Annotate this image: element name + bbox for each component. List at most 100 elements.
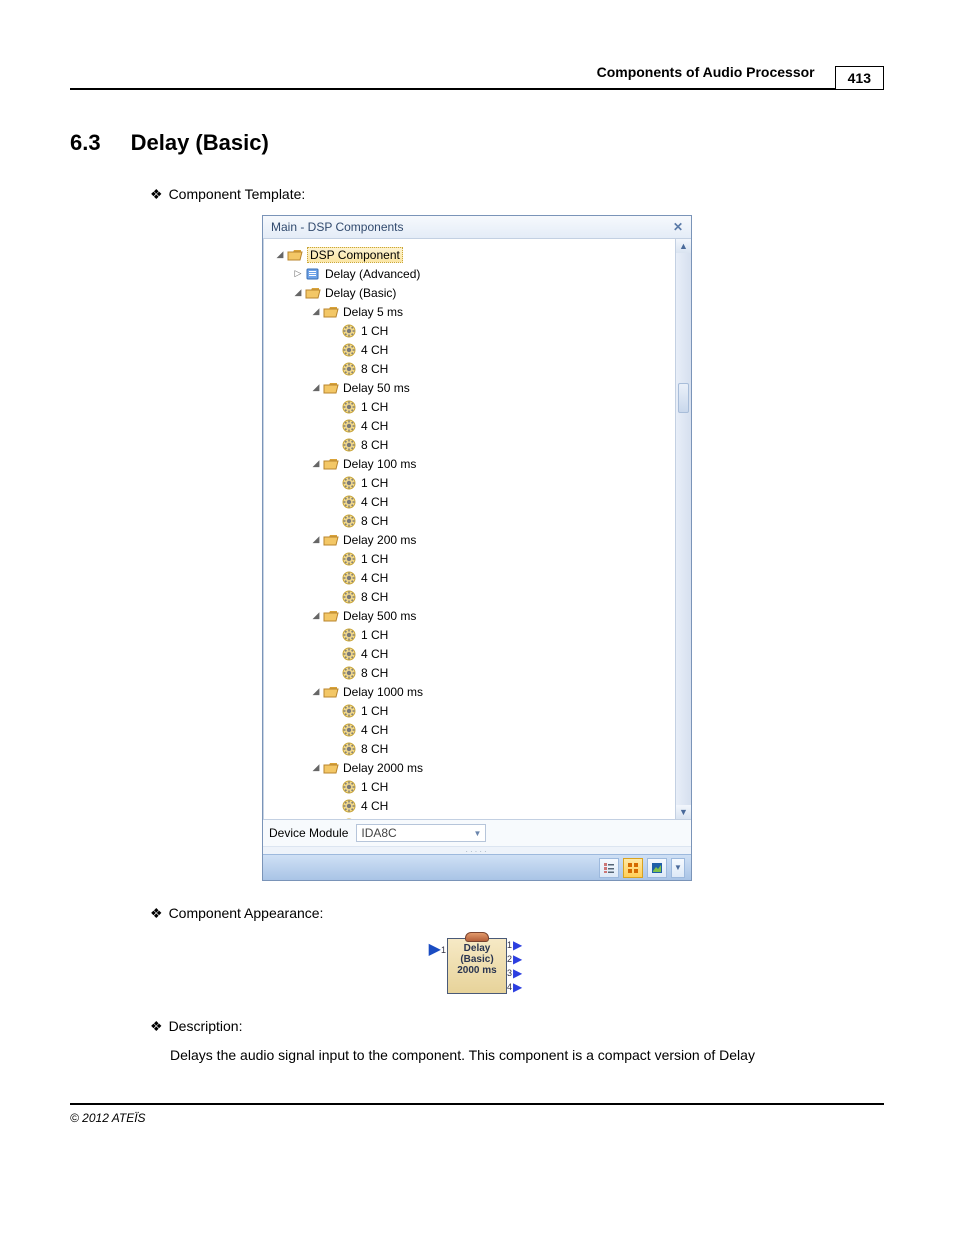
folder-icon [323, 305, 339, 319]
tree-root[interactable]: ◢ DSP Component [267, 245, 671, 264]
toggle-icon[interactable]: ◢ [275, 249, 285, 260]
toggle-icon[interactable]: ◢ [311, 534, 321, 545]
folder-icon [323, 685, 339, 699]
view-options-dropdown[interactable]: ▼ [671, 858, 685, 878]
close-icon[interactable]: ✕ [673, 220, 683, 234]
tree-label: 8 CH [361, 514, 388, 528]
gear-icon [341, 399, 357, 415]
device-module-combo[interactable]: IDA8C ▼ [356, 824, 486, 842]
tree-label: 1 CH [361, 780, 388, 794]
tree-leaf[interactable]: 8 CH [267, 435, 671, 454]
tree-item[interactable]: ▷ Delay (Advanced) [267, 264, 671, 283]
tree-group[interactable]: ◢Delay 5 ms [267, 302, 671, 321]
device-module-label: Device Module [269, 826, 348, 840]
tree-leaf[interactable]: 4 CH [267, 644, 671, 663]
tree-group[interactable]: ◢ Delay 100 ms [267, 454, 671, 473]
tree-label: 1 CH [361, 476, 388, 490]
description-text: Delays the audio signal input to the com… [170, 1047, 884, 1063]
scroll-up-icon[interactable]: ▲ [676, 239, 691, 253]
pin-arrow-icon: ▶ [429, 943, 441, 957]
window-titlebar: Main - DSP Components ✕ [263, 216, 691, 239]
output-pin: 3▶ [507, 966, 521, 980]
tree-group[interactable]: ◢ Delay 500 ms [267, 606, 671, 625]
tree-label: DSP Component [307, 247, 403, 263]
tree-group[interactable]: ◢Delay 2000 ms [267, 758, 671, 777]
component-handle-icon [465, 932, 489, 942]
gear-icon [341, 570, 357, 586]
tree-label: 8 CH [361, 362, 388, 376]
component-tree[interactable]: ◢ DSP Component ▷ Delay (Advanced) ◢Delay (B… [263, 239, 675, 819]
pin-number: 1 [507, 940, 512, 950]
tree-item[interactable]: ◢Delay (Basic) [267, 283, 671, 302]
tree-leaf[interactable]: 4 CH [267, 796, 671, 815]
pin-arrow-icon: ▶ [513, 954, 522, 964]
folder-icon [287, 248, 303, 262]
chevron-down-icon: ▼ [473, 829, 481, 838]
tree-leaf[interactable]: 1 CH [267, 549, 671, 568]
gear-icon [341, 475, 357, 491]
tree-leaf[interactable]: 8 CH [267, 815, 671, 819]
gear-icon [341, 323, 357, 339]
tree-label: Delay 500 ms [343, 609, 416, 623]
device-module-row: Device Module IDA8C ▼ [263, 819, 691, 846]
tree-label: 8 CH [361, 438, 388, 452]
tree-leaf[interactable]: 4 CH [267, 568, 671, 587]
scroll-thumb[interactable] [678, 383, 689, 413]
resize-grip[interactable]: ····· [263, 846, 691, 854]
comp-line1: Delay [450, 943, 504, 954]
tree-label: Delay 200 ms [343, 533, 416, 547]
tree-label: 4 CH [361, 799, 388, 813]
toggle-icon[interactable]: ◢ [311, 458, 321, 469]
gear-icon [341, 741, 357, 757]
tree-leaf[interactable]: 1 CH [267, 625, 671, 644]
gear-icon [341, 779, 357, 795]
page-header: Components of Audio Processor 413 [70, 60, 884, 90]
view-list-button[interactable] [599, 858, 619, 878]
view-thumb-button[interactable] [647, 858, 667, 878]
folder-icon [323, 381, 339, 395]
tree-leaf[interactable]: 1 CH [267, 473, 671, 492]
toggle-icon[interactable]: ◢ [311, 610, 321, 621]
tree-leaf[interactable]: 4 CH [267, 720, 671, 739]
tree-leaf[interactable]: 8 CH [267, 739, 671, 758]
tree-group[interactable]: ◢ Delay 1000 ms [267, 682, 671, 701]
tree-label: Delay 100 ms [343, 457, 416, 471]
page-number: 413 [835, 66, 884, 90]
tree-leaf[interactable]: 1 CH [267, 321, 671, 340]
tree-leaf[interactable]: 4 CH [267, 340, 671, 359]
tree-leaf[interactable]: 8 CH [267, 359, 671, 378]
tree-leaf[interactable]: 1 CH [267, 397, 671, 416]
toggle-icon[interactable]: ◢ [311, 382, 321, 393]
gear-icon [341, 703, 357, 719]
gear-icon [341, 817, 357, 820]
gear-icon [341, 342, 357, 358]
toggle-icon[interactable]: ◢ [311, 762, 321, 773]
tree-group[interactable]: ◢ Delay 200 ms [267, 530, 671, 549]
tree-label: Delay (Advanced) [325, 267, 420, 281]
pin-number: 3 [507, 968, 512, 978]
tree-leaf[interactable]: 8 CH [267, 511, 671, 530]
tree-leaf[interactable]: 1 CH [267, 777, 671, 796]
toggle-icon[interactable]: ▷ [293, 268, 303, 279]
component-template-label: Component Template: [150, 186, 884, 203]
tree-leaf[interactable]: 4 CH [267, 416, 671, 435]
vertical-scrollbar[interactable]: ▲ ▼ [675, 239, 691, 819]
tree-leaf[interactable]: 8 CH [267, 663, 671, 682]
scroll-track[interactable] [676, 253, 691, 805]
tree-leaf[interactable]: 4 CH [267, 492, 671, 511]
view-grid-button[interactable] [623, 858, 643, 878]
tree-leaf[interactable]: 1 CH [267, 701, 671, 720]
header-title: Components of Audio Processor [597, 64, 815, 80]
gear-icon [341, 418, 357, 434]
toggle-icon[interactable]: ◢ [311, 686, 321, 697]
tree-label: Delay 1000 ms [343, 685, 423, 699]
gear-icon [341, 589, 357, 605]
toggle-icon[interactable]: ◢ [293, 287, 303, 298]
scroll-down-icon[interactable]: ▼ [676, 805, 691, 819]
tree-group[interactable]: ◢Delay 50 ms [267, 378, 671, 397]
gear-icon [341, 665, 357, 681]
section-heading: 6.3Delay (Basic) [70, 130, 884, 156]
toggle-icon[interactable]: ◢ [311, 306, 321, 317]
gear-icon [341, 627, 357, 643]
tree-leaf[interactable]: 8 CH [267, 587, 671, 606]
